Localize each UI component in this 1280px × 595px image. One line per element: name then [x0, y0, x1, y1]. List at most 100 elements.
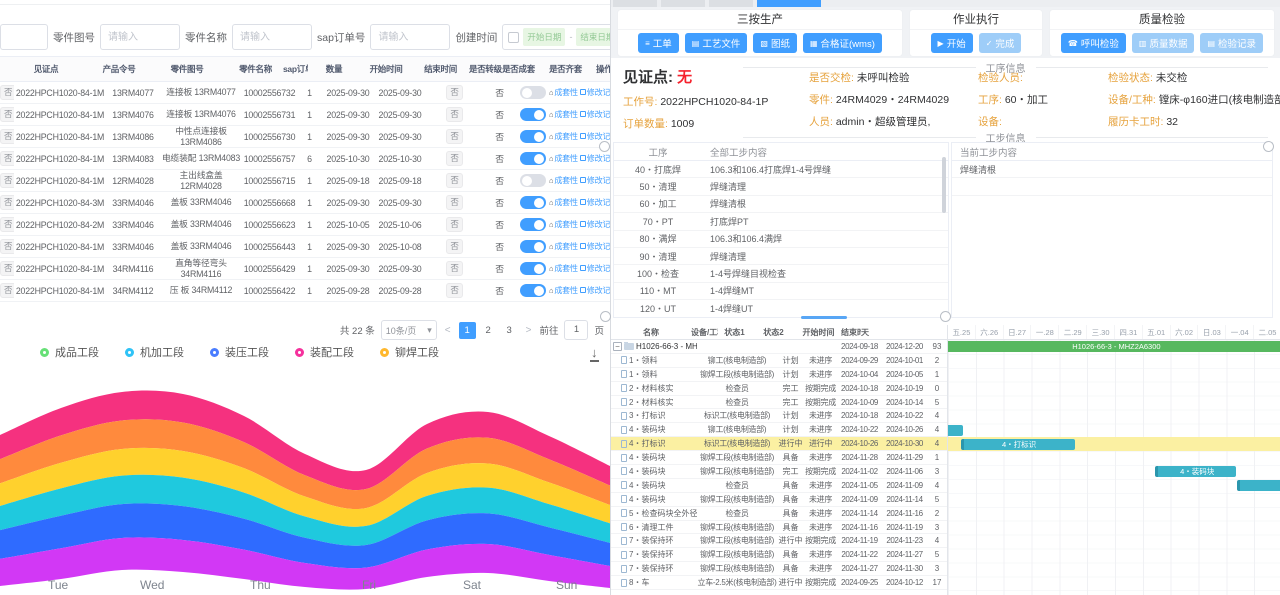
- gantt-row[interactable]: − 3・打标识 标识工(核电制造部) 计划 未进序 2024-10-18 202…: [611, 409, 947, 423]
- kit-link[interactable]: ⌂成套性: [549, 176, 578, 185]
- step-row[interactable]: 110・MT 1-4焊缝MT: [614, 283, 948, 300]
- kit-link[interactable]: ⌂成套性: [549, 264, 578, 273]
- table-row[interactable]: 否 2022HPCH1020-84-1M 33RM4046 盖板 33RM404…: [0, 236, 610, 258]
- date-checkbox[interactable]: [508, 32, 519, 43]
- table-row[interactable]: 否 2022HPCH1020-84-1M 13RM4083 电缆装配 13RM4…: [0, 148, 610, 170]
- download-icon[interactable]: ↓: [590, 346, 599, 362]
- collapse-icon[interactable]: −: [613, 342, 622, 351]
- gantt-row[interactable]: − 4・装码块 铆焊工段(核电制造部) 完工 按期完成 2024-11-02 2…: [611, 465, 947, 479]
- page-button[interactable]: 1: [459, 322, 476, 339]
- step-row[interactable]: 50・清理 焊缝清理: [614, 178, 948, 195]
- gantt-row[interactable]: − 4・打标识 标识工(核电制造部) 进行中 进行中 2024-10-26 20…: [611, 437, 947, 451]
- page-button[interactable]: 2: [480, 322, 497, 339]
- scrollbar[interactable]: [942, 157, 946, 213]
- filter-input-cut[interactable]: [0, 24, 48, 50]
- edit-record-link[interactable]: 修改记录: [580, 154, 610, 163]
- ready-toggle[interactable]: [520, 174, 546, 187]
- tab[interactable]: [613, 0, 657, 7]
- gantt-bar[interactable]: [1237, 480, 1280, 491]
- legend-item[interactable]: 装配工段: [295, 344, 354, 360]
- action-button[interactable]: ▥质量数据: [1132, 33, 1195, 53]
- action-button[interactable]: ▧图纸: [753, 33, 797, 53]
- step-row[interactable]: 60・加工 焊缝清根: [614, 196, 948, 213]
- legend-item[interactable]: 成品工段: [40, 344, 99, 360]
- tab[interactable]: [709, 0, 753, 7]
- action-button[interactable]: ▤工艺文件: [685, 33, 748, 53]
- gantt-row[interactable]: − 6・清理工件 铆焊工段(核电制造部) 具备 未进序 2024-11-16 2…: [611, 521, 947, 535]
- edit-record-link[interactable]: 修改记录: [580, 220, 610, 229]
- table-row[interactable]: 否 2022HPCH1020-84-2M 33RM4046 盖板 33RM404…: [0, 214, 610, 236]
- horizontal-scrollbar[interactable]: [801, 316, 847, 319]
- action-button[interactable]: ▶开始: [931, 33, 973, 53]
- action-button[interactable]: ≡工单: [638, 33, 679, 53]
- step-row[interactable]: 70・PT 打底焊PT: [614, 213, 948, 230]
- gantt-row[interactable]: − 1・领料 铆焊工段(核电制造部) 计划 未进序 2024-10-04 202…: [611, 368, 947, 382]
- action-button[interactable]: ✓完成: [979, 33, 1022, 53]
- gantt-row[interactable]: − 7・装保持环 铆焊工段(核电制造部) 具备 未进序 2024-11-27 2…: [611, 562, 947, 576]
- ready-toggle[interactable]: [520, 218, 546, 231]
- edit-record-link[interactable]: 修改记录: [580, 242, 610, 251]
- splitter-handle[interactable]: [1263, 141, 1274, 152]
- table-row[interactable]: 否 2022HPCH1020-84-1M 12RM4028 主出线盒盖 12RM…: [0, 170, 610, 192]
- kit-link[interactable]: ⌂成套性: [549, 242, 578, 251]
- edit-record-link[interactable]: 修改记录: [580, 198, 610, 207]
- goto-page-input[interactable]: 1: [564, 320, 588, 340]
- gantt-bar[interactable]: H1026-66-3 - MHZ2A6300: [947, 341, 1280, 352]
- part-name-input[interactable]: [232, 24, 312, 50]
- step-row[interactable]: 120・UT 1-4焊缝UT: [614, 300, 948, 317]
- gantt-row[interactable]: − 4・装码块 铆工(核电制造部) 计划 未进序 2024-10-22 2024…: [611, 423, 947, 437]
- kit-link[interactable]: ⌂成套性: [549, 88, 578, 97]
- table-row[interactable]: 否 2022HPCH1020-84-3M 33RM4046 盖板 33RM404…: [0, 192, 610, 214]
- gantt-bar[interactable]: 4・装码块: [1155, 466, 1236, 477]
- legend-item[interactable]: 铆焊工段: [380, 344, 439, 360]
- edit-record-link[interactable]: 修改记录: [580, 286, 610, 295]
- edit-record-link[interactable]: 修改记录: [580, 264, 610, 273]
- action-button[interactable]: ▤检验记录: [1200, 33, 1263, 53]
- legend-item[interactable]: 装压工段: [210, 344, 269, 360]
- ready-toggle[interactable]: [520, 130, 546, 143]
- kit-link[interactable]: ⌂成套性: [549, 132, 578, 141]
- splitter-handle[interactable]: [600, 311, 611, 322]
- gantt-timeline[interactable]: 五.25六.26日.27一.28二.29三.30四.31五.01六.02日.03…: [947, 325, 1280, 595]
- date-range-picker[interactable]: 开始日期 - 结束日期: [502, 24, 610, 50]
- ready-toggle[interactable]: [520, 284, 546, 297]
- gantt-bar[interactable]: 4・打标识: [961, 439, 1075, 450]
- sap-order-input[interactable]: [370, 24, 450, 50]
- page-size-select[interactable]: 10条/页▾: [381, 320, 437, 340]
- splitter-handle[interactable]: [940, 311, 951, 322]
- tab-active[interactable]: [757, 0, 821, 7]
- edit-record-link[interactable]: 修改记录: [580, 132, 610, 141]
- start-date-field[interactable]: 开始日期: [523, 28, 565, 46]
- kit-link[interactable]: ⌂成套性: [549, 110, 578, 119]
- edit-record-link[interactable]: 修改记录: [580, 110, 610, 119]
- edit-record-link[interactable]: 修改记录: [580, 176, 610, 185]
- kit-link[interactable]: ⌂成套性: [549, 286, 578, 295]
- splitter-handle[interactable]: [599, 141, 610, 152]
- legend-item[interactable]: 机加工段: [125, 344, 184, 360]
- table-row[interactable]: 否 2022HPCH1020-84-1M 34RM4112 压 板 34RM41…: [0, 280, 610, 302]
- ready-toggle[interactable]: [520, 152, 546, 165]
- gantt-row[interactable]: − 7・装保持环 铆焊工段(核电制造部) 进行中 按期完成 2024-11-19…: [611, 534, 947, 548]
- edit-record-link[interactable]: 修改记录: [580, 88, 610, 97]
- ready-toggle[interactable]: [520, 262, 546, 275]
- kit-link[interactable]: ⌂成套性: [549, 154, 578, 163]
- page-button[interactable]: 3: [501, 322, 518, 339]
- table-row[interactable]: 否 2022HPCH1020-84-1M 13RM4086 中性点连接板 13R…: [0, 126, 610, 148]
- gantt-row[interactable]: − 5・检查码块全外径 检查员 具备 未进序 2024-11-14 2024-1…: [611, 507, 947, 521]
- gantt-row[interactable]: − 4・装码块 铆焊工段(核电制造部) 具备 未进序 2024-11-28 20…: [611, 451, 947, 465]
- table-row[interactable]: 否 2022HPCH1020-84-1M 34RM4116 直角等径弯头 34R…: [0, 258, 610, 280]
- part-drawing-input[interactable]: [100, 24, 180, 50]
- step-row[interactable]: 90・清理 焊缝清理: [614, 248, 948, 265]
- gantt-row[interactable]: − H1026-66-3 - MHZ2A6300 2024-09-18 2024…: [611, 340, 947, 354]
- kit-link[interactable]: ⌂成套性: [549, 198, 578, 207]
- gantt-row[interactable]: − 4・装码块 检查员 具备 未进序 2024-11-05 2024-11-09: [611, 479, 947, 493]
- end-date-field[interactable]: 结束日期: [576, 28, 610, 46]
- ready-toggle[interactable]: [520, 240, 546, 253]
- table-row[interactable]: 否 2022HPCH1020-84-1M 13RM4076 连接板 13RM40…: [0, 104, 610, 126]
- gantt-row[interactable]: − 2・材料核实 检查员 完工 按期完成 2024-10-18 2024-10-…: [611, 382, 947, 396]
- step-row[interactable]: 40・打底焊 106.3和106.4打底焊1-4号焊缝: [614, 161, 948, 178]
- action-button[interactable]: ☎呼叫检验: [1061, 33, 1126, 53]
- gantt-row[interactable]: − 8・车 立车-2.5米(核电制造部) 进行中 按期完成 2024-09-25…: [611, 576, 947, 590]
- next-page-button[interactable]: >: [524, 325, 534, 336]
- ready-toggle[interactable]: [520, 196, 546, 209]
